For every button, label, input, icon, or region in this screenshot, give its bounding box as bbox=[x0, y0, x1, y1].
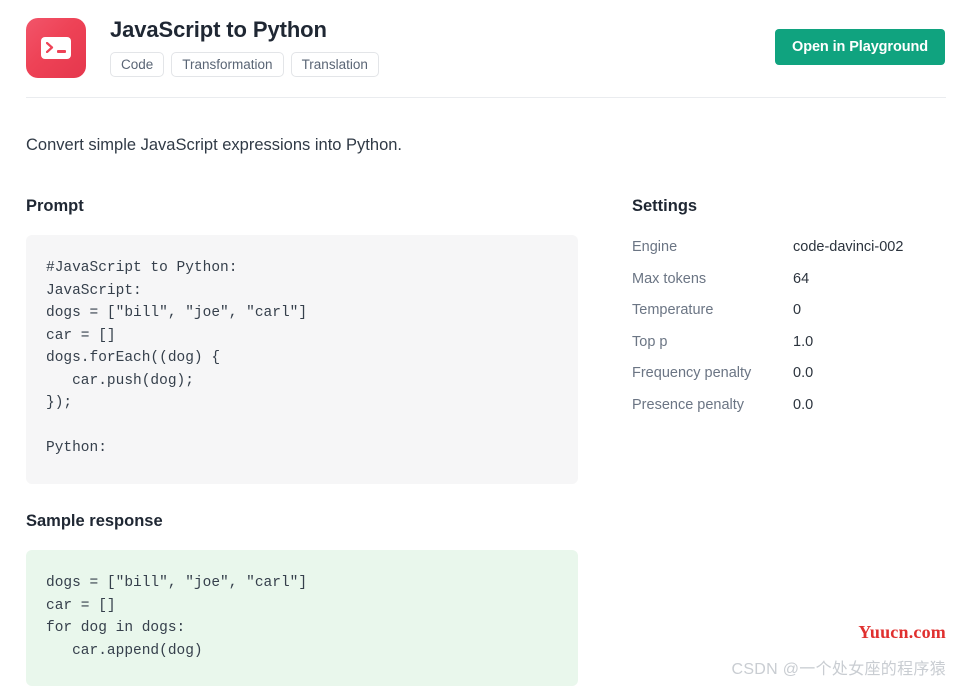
watermark-secondary: CSDN @一个处女座的程序猿 bbox=[731, 655, 946, 679]
setting-label: Presence penalty bbox=[632, 395, 793, 415]
tag-code[interactable]: Code bbox=[110, 52, 164, 77]
setting-label: Frequency penalty bbox=[632, 363, 793, 383]
page-description: Convert simple JavaScript expressions in… bbox=[26, 133, 402, 157]
settings-panel: Settings Engine code-davinci-002 Max tok… bbox=[632, 195, 932, 426]
sample-response-code-block: dogs = ["bill", "joe", "carl"] car = [] … bbox=[26, 550, 578, 686]
setting-label: Top p bbox=[632, 332, 793, 352]
page-title: JavaScript to Python bbox=[110, 16, 327, 44]
sample-response-section: Sample response dogs = ["bill", "joe", "… bbox=[26, 510, 578, 688]
setting-label: Temperature bbox=[632, 300, 793, 320]
setting-label: Engine bbox=[632, 237, 793, 257]
setting-row-frequency-penalty: Frequency penalty 0.0 bbox=[632, 363, 932, 395]
setting-value: 1.0 bbox=[793, 332, 813, 352]
setting-row-presence-penalty: Presence penalty 0.0 bbox=[632, 395, 932, 427]
prompt-section: Prompt #JavaScript to Python: JavaScript… bbox=[26, 195, 578, 498]
setting-row-max-tokens: Max tokens 64 bbox=[632, 269, 932, 301]
watermark-primary: Yuucn.com bbox=[858, 622, 946, 643]
setting-row-temperature: Temperature 0 bbox=[632, 300, 932, 332]
prompt-heading: Prompt bbox=[26, 195, 578, 217]
setting-value: 0 bbox=[793, 300, 801, 320]
open-in-playground-button[interactable]: Open in Playground bbox=[775, 29, 945, 65]
terminal-icon bbox=[26, 18, 86, 78]
settings-heading: Settings bbox=[632, 195, 932, 217]
settings-list: Engine code-davinci-002 Max tokens 64 Te… bbox=[632, 237, 932, 426]
tag-transformation[interactable]: Transformation bbox=[171, 52, 283, 77]
prompt-code-block: #JavaScript to Python: JavaScript: dogs … bbox=[26, 235, 578, 484]
setting-row-top-p: Top p 1.0 bbox=[632, 332, 932, 364]
sample-response-heading: Sample response bbox=[26, 510, 578, 532]
setting-value: 0.0 bbox=[793, 395, 813, 415]
setting-value: 64 bbox=[793, 269, 809, 289]
header-divider bbox=[26, 97, 946, 98]
title-block: JavaScript to Python bbox=[110, 16, 327, 44]
setting-value: code-davinci-002 bbox=[793, 237, 903, 257]
setting-label: Max tokens bbox=[632, 269, 793, 289]
tag-list: Code Transformation Translation bbox=[110, 52, 379, 77]
underscore-icon bbox=[57, 50, 66, 53]
setting-row-engine: Engine code-davinci-002 bbox=[632, 237, 932, 269]
terminal-window-shape bbox=[41, 37, 71, 59]
page-root: JavaScript to Python Code Transformation… bbox=[0, 0, 956, 688]
tag-translation[interactable]: Translation bbox=[291, 52, 379, 77]
page-header: JavaScript to Python Code Transformation… bbox=[0, 0, 956, 98]
chevron-right-icon bbox=[46, 42, 55, 53]
setting-value: 0.0 bbox=[793, 363, 813, 383]
